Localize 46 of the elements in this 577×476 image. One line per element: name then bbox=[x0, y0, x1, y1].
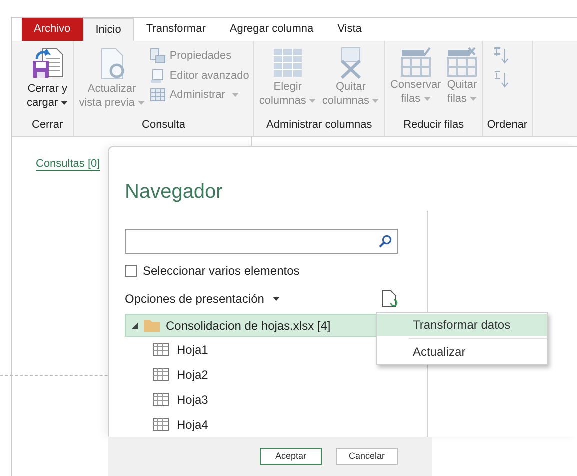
ribbon-tab[interactable]: Vista bbox=[326, 18, 374, 41]
table-icon bbox=[150, 87, 166, 104]
table-icon bbox=[153, 342, 169, 356]
menu-item[interactable]: Transformar datos bbox=[377, 314, 547, 336]
ribbon-tab[interactable]: Inicio bbox=[82, 18, 134, 41]
ribbon-tab[interactable]: Agregar columna bbox=[218, 18, 326, 41]
save-document-icon bbox=[30, 47, 65, 81]
checkbox-label: Seleccionar varios elementos bbox=[143, 263, 300, 280]
tree-item[interactable]: Hoja3 bbox=[125, 387, 398, 412]
search-icon bbox=[379, 235, 392, 248]
caret-icon bbox=[372, 99, 380, 104]
dialog-button[interactable]: Aceptar bbox=[260, 448, 322, 465]
ribbon-tab[interactable]: Archivo bbox=[22, 18, 83, 41]
folder-icon bbox=[144, 319, 160, 332]
display-options-dropdown[interactable]: Opciones de presentación bbox=[125, 290, 280, 308]
queries-link[interactable]: Consultas [0] bbox=[36, 158, 100, 171]
caret-icon bbox=[232, 93, 240, 98]
expand-triangle-icon[interactable] bbox=[132, 322, 138, 328]
table-icon bbox=[153, 418, 169, 432]
caret-icon bbox=[470, 97, 478, 102]
caret-icon bbox=[273, 297, 280, 301]
group-label: Reducir filas bbox=[402, 118, 466, 132]
ribbon-button[interactable]: Cerrar y cargar bbox=[26, 47, 70, 110]
ribbon-tab[interactable]: Transformar bbox=[134, 18, 218, 41]
table-icon bbox=[153, 392, 169, 406]
tree-item[interactable]: Hoja4 bbox=[125, 412, 398, 437]
keep-rows-icon bbox=[400, 47, 431, 77]
tree-item[interactable]: Hoja2 bbox=[125, 362, 398, 387]
caret-icon bbox=[138, 101, 145, 106]
search-field[interactable] bbox=[125, 229, 398, 254]
caret-icon bbox=[309, 99, 316, 104]
group-label: Ordenar bbox=[487, 118, 528, 132]
dialog-button[interactable]: Cancelar bbox=[336, 448, 398, 465]
table-icon bbox=[272, 47, 303, 79]
table-icon bbox=[153, 368, 169, 382]
script-icon bbox=[150, 68, 166, 84]
checkbox[interactable] bbox=[125, 265, 137, 277]
group-label: Administrar columnas bbox=[266, 118, 374, 132]
group-label: Consulta bbox=[141, 118, 186, 132]
properties-icon bbox=[150, 48, 166, 64]
dialog-title: Navegador bbox=[125, 180, 224, 205]
group-label: Cerrar bbox=[31, 118, 64, 132]
refresh-document-icon[interactable] bbox=[382, 290, 398, 308]
caret-icon bbox=[424, 97, 431, 102]
remove-rows-icon bbox=[447, 47, 478, 77]
caret-icon bbox=[61, 101, 68, 106]
